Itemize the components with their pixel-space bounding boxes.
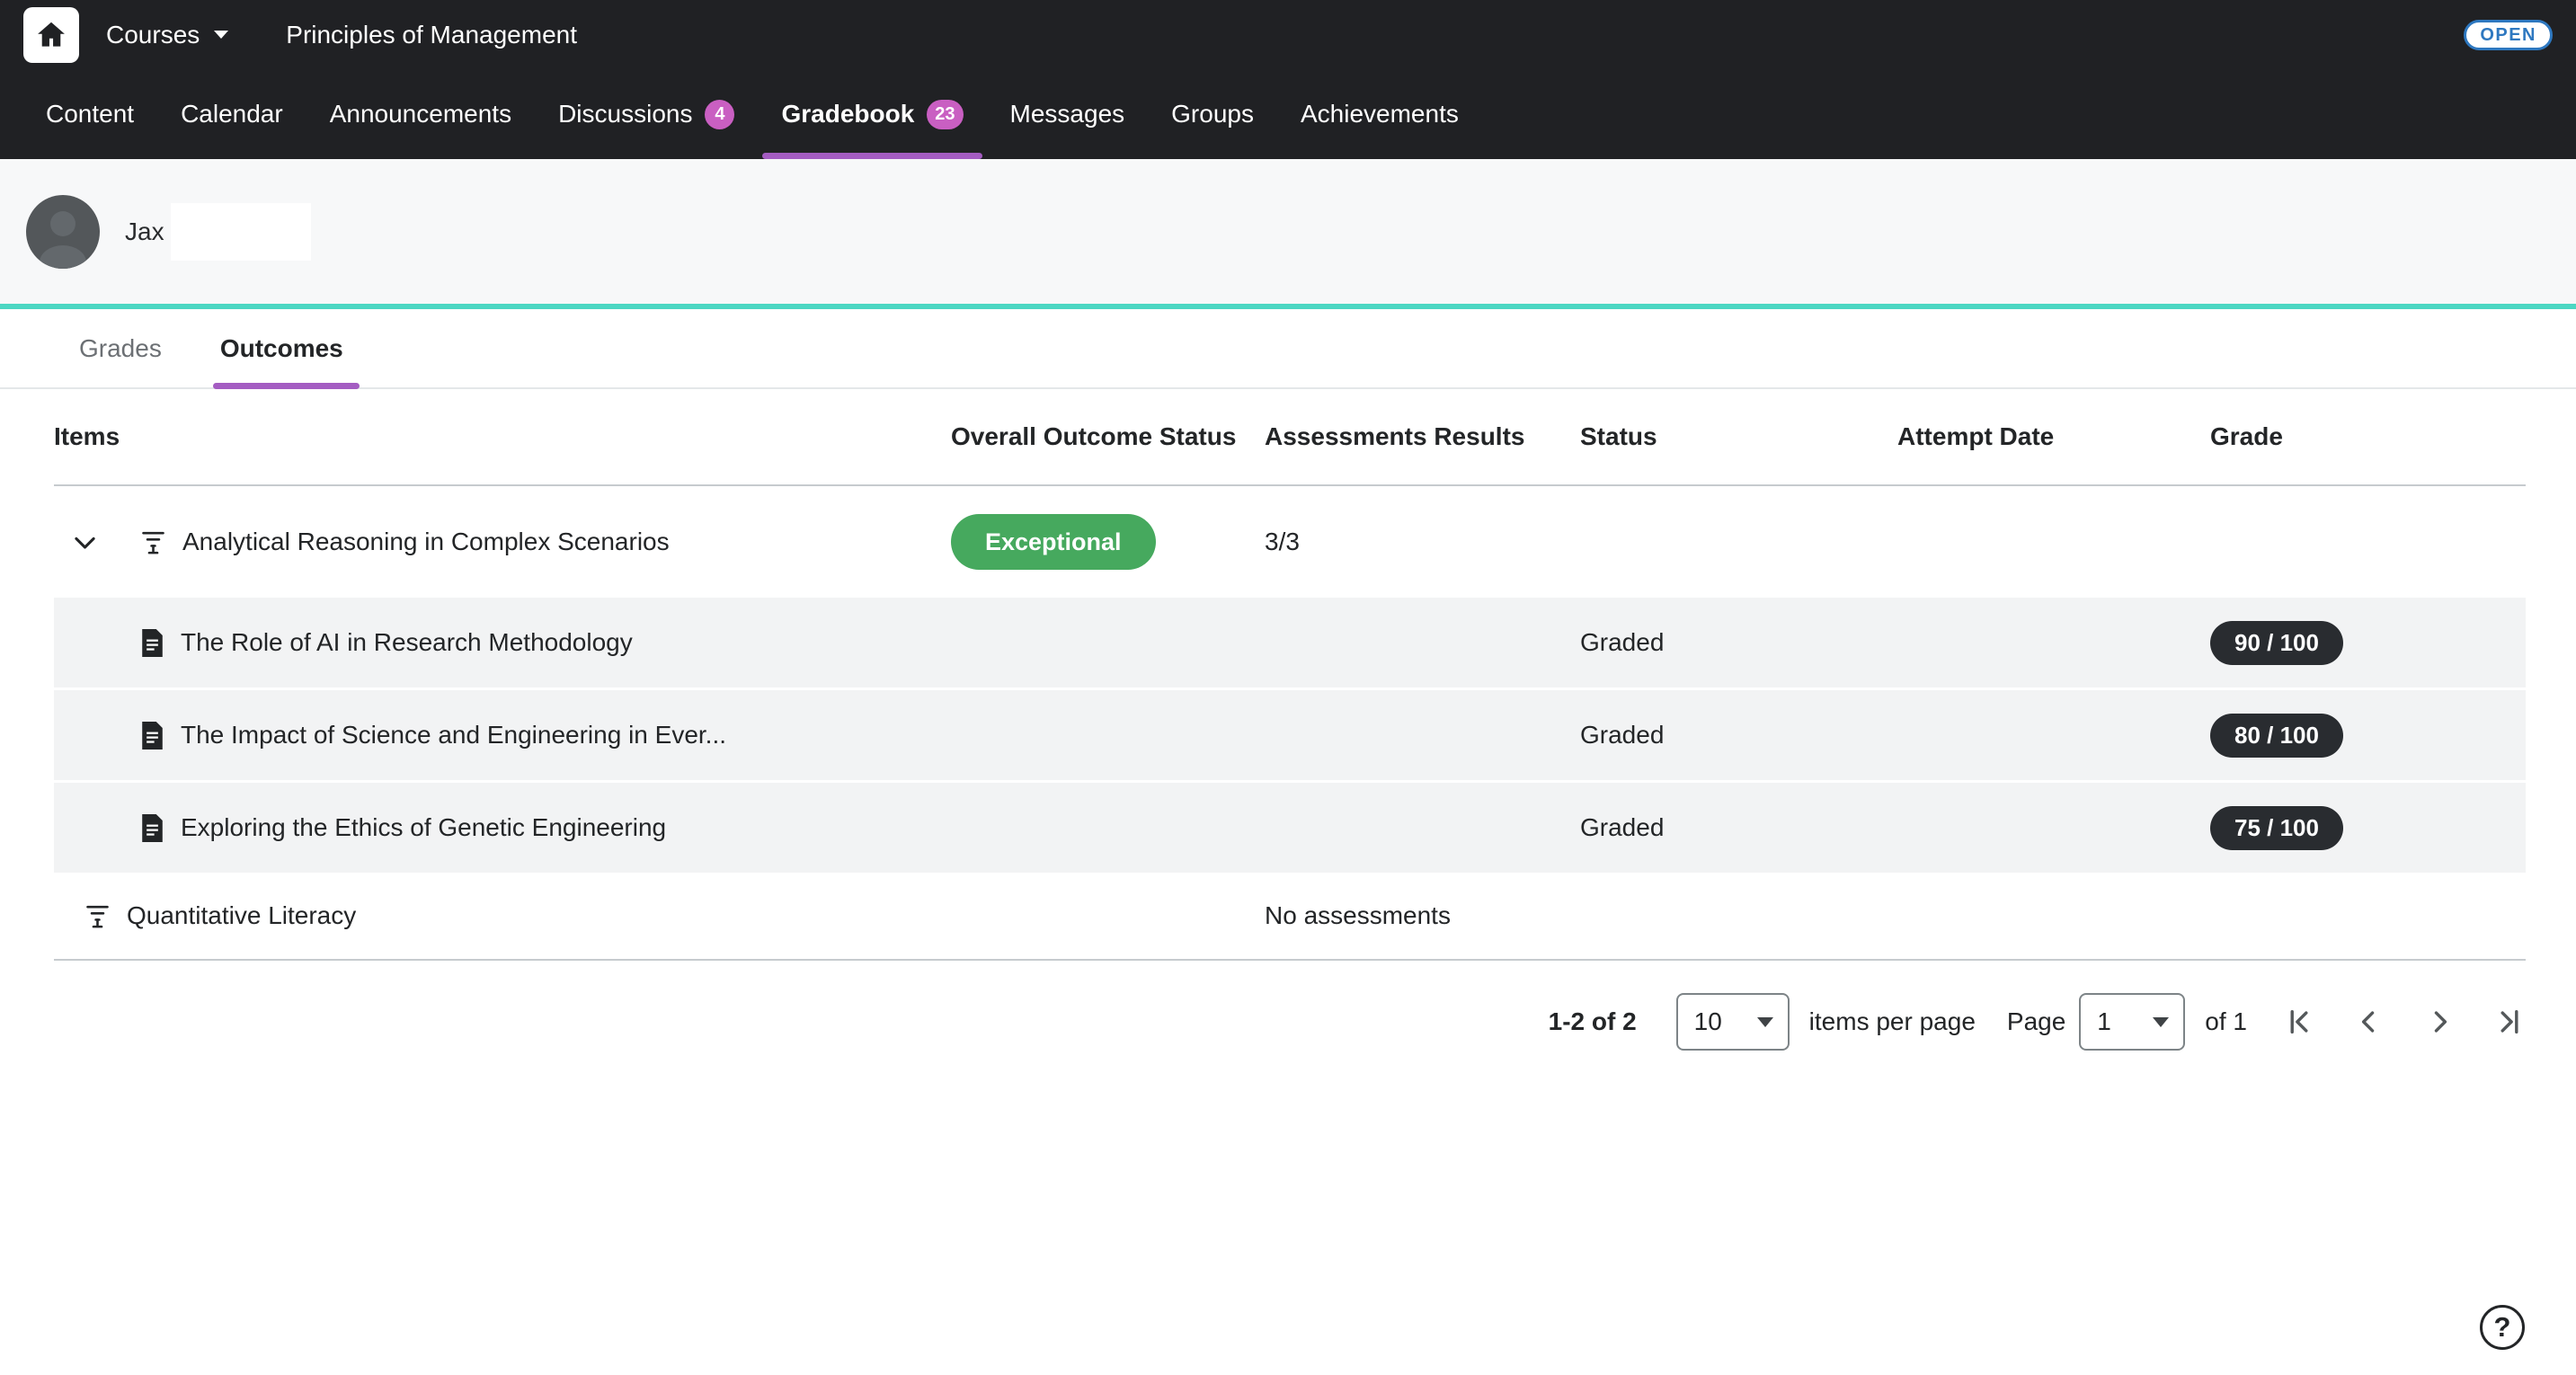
- nav-item-label: Content: [46, 100, 134, 129]
- first-page-icon: [2284, 1007, 2314, 1037]
- activity-title[interactable]: The Role of AI in Research Methodology: [181, 628, 633, 657]
- collapse-outcome-button[interactable]: [68, 528, 101, 557]
- tab-grades[interactable]: Grades: [72, 309, 169, 387]
- gradebook-tabs: Grades Outcomes: [0, 309, 2576, 389]
- nav-item-discussions[interactable]: Discussions 4: [535, 69, 758, 159]
- activity-title[interactable]: The Impact of Science and Engineering in…: [181, 721, 726, 750]
- items-per-page-value: 10: [1694, 1007, 1722, 1036]
- previous-page-button[interactable]: [2353, 1006, 2385, 1038]
- grade-pill: 90 / 100: [2210, 621, 2343, 665]
- course-title: Principles of Management: [286, 21, 577, 49]
- avatar: [26, 195, 100, 269]
- items-per-page-label: items per page: [1809, 1007, 1976, 1036]
- learner-header: Jax: [0, 159, 2576, 304]
- previous-page-icon: [2354, 1007, 2385, 1037]
- courses-label: Courses: [106, 21, 200, 49]
- tab-outcomes[interactable]: Outcomes: [213, 309, 351, 387]
- page-number-value: 1: [2097, 1007, 2111, 1036]
- last-page-icon: [2494, 1007, 2525, 1037]
- nav-item-label: Messages: [1010, 100, 1125, 129]
- nav-item-gradebook[interactable]: Gradebook 23: [758, 69, 986, 159]
- outcome-funnel-icon: [139, 528, 167, 556]
- nav-item-label: Announcements: [330, 100, 511, 129]
- assessments-results-value: 3/3: [1265, 528, 1580, 556]
- page-label: Page: [2007, 1007, 2065, 1036]
- active-nav-underline: [762, 153, 982, 159]
- pagination-controls: [2283, 1006, 2526, 1038]
- col-header-grade: Grade: [2210, 422, 2526, 451]
- assessments-results-value: No assessments: [1265, 901, 1580, 930]
- nav-item-achievements[interactable]: Achievements: [1277, 69, 1482, 159]
- next-page-icon: [2424, 1007, 2455, 1037]
- course-navbar: Content Calendar Announcements Discussio…: [0, 69, 2576, 159]
- outcome-title: Quantitative Literacy: [127, 901, 356, 930]
- redacted-name-box: [171, 203, 311, 261]
- chevron-down-icon: [1757, 1017, 1773, 1027]
- nav-item-announcements[interactable]: Announcements: [306, 69, 535, 159]
- nav-item-calendar[interactable]: Calendar: [157, 69, 306, 159]
- total-pages-label: of 1: [2205, 1007, 2247, 1036]
- grade-pill: 80 / 100: [2210, 714, 2343, 758]
- outcomes-table: Items Overall Outcome Status Assessments…: [54, 389, 2526, 961]
- activity-status: Graded: [1580, 813, 1897, 842]
- next-page-button[interactable]: [2423, 1006, 2456, 1038]
- nav-item-label: Gradebook: [781, 100, 914, 129]
- col-header-items: Items: [54, 422, 951, 451]
- home-icon: [34, 18, 68, 52]
- col-header-assessments-results: Assessments Results: [1265, 422, 1580, 451]
- chevron-down-icon: [214, 31, 228, 40]
- outcome-funnel-icon: [84, 902, 111, 930]
- pagination-range: 1-2 of 2: [1549, 1007, 1637, 1036]
- last-page-button[interactable]: [2493, 1006, 2526, 1038]
- document-icon: [139, 629, 165, 657]
- top-bar: Courses Principles of Management OPEN: [0, 0, 2576, 69]
- items-per-page-select[interactable]: 10: [1676, 993, 1790, 1051]
- nav-item-label: Groups: [1171, 100, 1254, 129]
- nav-item-label: Achievements: [1301, 100, 1459, 129]
- active-tab-underline: [213, 383, 360, 389]
- tab-label: Outcomes: [220, 334, 343, 363]
- chevron-down-icon: [2153, 1017, 2169, 1027]
- page-number-select[interactable]: 1: [2079, 993, 2185, 1051]
- overall-status-pill: Exceptional: [951, 514, 1156, 570]
- home-button[interactable]: [23, 7, 79, 63]
- tab-label: Grades: [79, 334, 162, 363]
- outcome-row: Quantitative Literacy No assessments: [54, 873, 2526, 961]
- outcome-row: Analytical Reasoning in Complex Scenario…: [54, 486, 2526, 598]
- nav-item-messages[interactable]: Messages: [987, 69, 1149, 159]
- table-header-row: Items Overall Outcome Status Assessments…: [54, 389, 2526, 486]
- activity-row[interactable]: Exploring the Ethics of Genetic Engineer…: [54, 783, 2526, 873]
- help-button[interactable]: ?: [2480, 1305, 2525, 1350]
- activity-status: Graded: [1580, 628, 1897, 657]
- nav-item-label: Calendar: [181, 100, 283, 129]
- activity-row[interactable]: The Impact of Science and Engineering in…: [54, 690, 2526, 780]
- open-status-badge: OPEN: [2464, 20, 2553, 50]
- activity-status: Graded: [1580, 721, 1897, 750]
- gradebook-count-badge: 23: [927, 100, 963, 129]
- chevron-down-icon: [70, 528, 100, 557]
- document-icon: [139, 722, 165, 750]
- outcome-title: Analytical Reasoning in Complex Scenario…: [182, 528, 670, 556]
- help-question-icon: ?: [2494, 1311, 2511, 1344]
- learner-name: Jax: [125, 217, 164, 246]
- document-icon: [139, 814, 165, 842]
- col-header-attempt-date: Attempt Date: [1897, 422, 2210, 451]
- nav-item-content[interactable]: Content: [22, 69, 157, 159]
- activity-title[interactable]: Exploring the Ethics of Genetic Engineer…: [181, 813, 666, 842]
- first-page-button[interactable]: [2283, 1006, 2315, 1038]
- courses-dropdown[interactable]: Courses: [106, 21, 228, 49]
- col-header-status: Status: [1580, 422, 1897, 451]
- pagination-bar: 1-2 of 2 10 items per page Page 1 of 1: [0, 984, 2526, 1060]
- col-header-overall-outcome-status: Overall Outcome Status: [951, 422, 1265, 451]
- grade-pill: 75 / 100: [2210, 806, 2343, 850]
- nav-item-groups[interactable]: Groups: [1148, 69, 1277, 159]
- discussions-count-badge: 4: [705, 100, 734, 129]
- activity-row[interactable]: The Role of AI in Research Methodology G…: [54, 598, 2526, 688]
- nav-item-label: Discussions: [558, 100, 692, 129]
